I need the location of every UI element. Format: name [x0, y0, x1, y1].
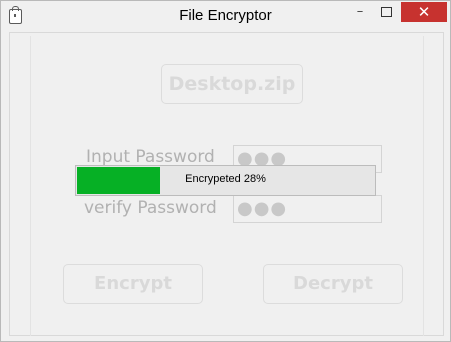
input-password-label: Input Password: [86, 147, 215, 167]
verify-password-mask: ●●●: [237, 198, 288, 219]
decrypt-button[interactable]: Decrypt: [263, 264, 403, 304]
verify-password-label: verify Password: [84, 198, 217, 218]
progress-label: Encrypeted 28%: [185, 173, 266, 185]
title-bar[interactable]: File Encryptor – ✕: [1, 1, 450, 32]
encryption-progress-bar: Encrypeted 28%: [75, 165, 376, 196]
verify-password-field[interactable]: ●●●: [233, 195, 382, 223]
close-button[interactable]: ✕: [401, 2, 447, 22]
minimize-button[interactable]: –: [347, 2, 373, 22]
file-select-button[interactable]: Desktop.zip: [161, 64, 303, 104]
encrypt-button[interactable]: Encrypt: [63, 264, 203, 304]
maximize-button[interactable]: [373, 2, 399, 22]
